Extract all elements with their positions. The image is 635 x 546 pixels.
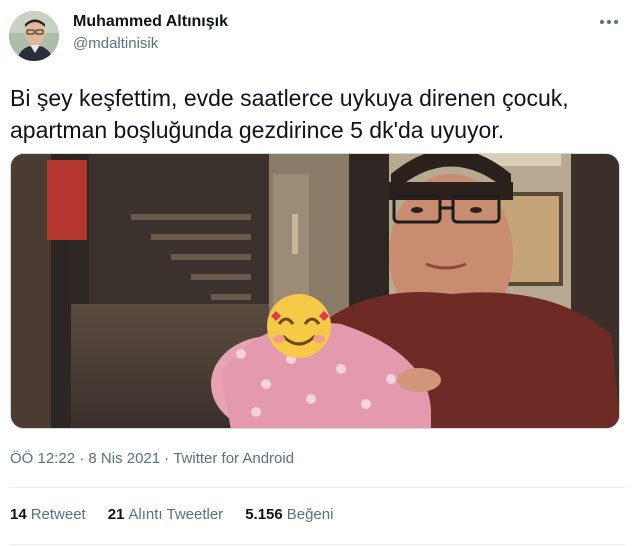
tweet-stats: 14 Retweet 21 Alıntı Tweetler 5.156 Beğeni [10,506,333,523]
tweet-text-line-2: apartman boşluğunda gezdirince 5 dk'da u… [10,117,505,143]
author-display-name[interactable]: Muhammed Altınışık [73,13,228,31]
retweets-stat[interactable]: 14 Retweet [10,506,86,523]
likes-count: 5.156 [245,506,283,523]
tweet-timestamp: ÖÖ 12:22 · 8 Nis 2021 · Twitter for Andr… [10,450,294,467]
photo-icon [11,154,619,428]
tweet-photo[interactable] [10,153,620,429]
author-avatar[interactable] [9,11,59,61]
likes-label: Beğeni [286,506,334,523]
quote-tweets-label: Alıntı Tweetler [128,506,224,523]
tweet-time[interactable]: ÖÖ 12:22 [10,450,75,467]
more-dot-icon [600,20,604,24]
tweet-card: Muhammed Altınışık @mdaltinisik Bi şey k… [0,0,635,546]
meta-separator: · [79,450,85,467]
more-options-button[interactable] [593,10,625,34]
retweets-label: Retweet [30,506,86,523]
divider [10,487,625,488]
tweet-source-link[interactable]: Twitter for Android [173,450,294,467]
tweet-date[interactable]: 8 Nis 2021 [88,450,160,467]
divider [10,544,625,545]
quote-tweets-count: 21 [107,506,125,523]
tweet-text: Bi şey keşfettim, evde saatlerce uykuya … [10,82,630,146]
user-avatar-icon [9,11,59,61]
meta-separator: · [164,450,170,467]
retweets-count: 14 [10,506,27,523]
more-dot-icon [607,20,611,24]
more-dot-icon [614,20,618,24]
smiling-face-with-hearts-emoji-icon [267,294,331,358]
quote-tweets-stat[interactable]: 21 Alıntı Tweetler [108,506,223,523]
tweet-text-line-1: Bi şey keşfettim, evde saatlerce uykuya … [10,85,569,111]
likes-stat[interactable]: 5.156 Beğeni [245,506,333,523]
author-handle[interactable]: @mdaltinisik [73,35,158,52]
